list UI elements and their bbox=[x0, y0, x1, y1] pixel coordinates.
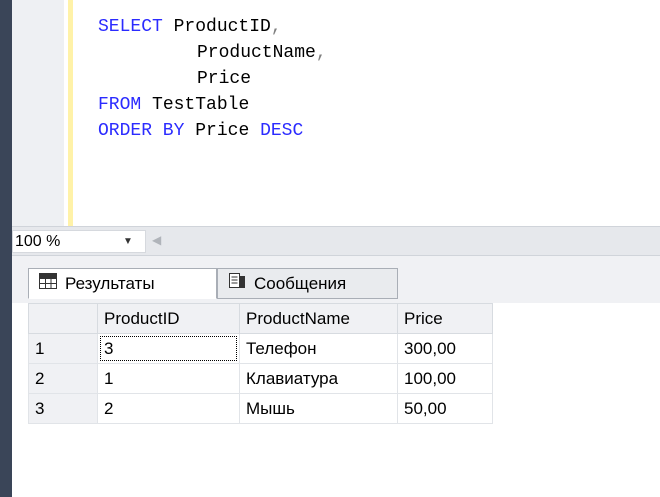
results-panel: Результаты Сообщения ProductID ProductNa… bbox=[12, 256, 660, 497]
results-grid: ProductID ProductName Price 1 3 Телефон … bbox=[28, 303, 493, 424]
corner-cell[interactable] bbox=[28, 303, 98, 334]
header-row: ProductID ProductName Price bbox=[28, 303, 493, 334]
results-grid-area: ProductID ProductName Price 1 3 Телефон … bbox=[28, 303, 660, 497]
code-line: FROM TestTable bbox=[98, 92, 327, 118]
cell-productname[interactable]: Клавиатура bbox=[239, 363, 398, 394]
grid-icon bbox=[39, 273, 57, 294]
editor-gutter bbox=[12, 0, 64, 226]
results-tabs: Результаты Сообщения bbox=[12, 256, 660, 303]
column-identifier: ProductName bbox=[197, 43, 316, 63]
table-row: 1 3 Телефон 300,00 bbox=[28, 333, 493, 364]
change-indicator-bar bbox=[68, 0, 73, 226]
tab-results-label: Результаты bbox=[65, 273, 155, 293]
column-header-productname[interactable]: ProductName bbox=[239, 303, 398, 334]
column-identifier: ProductID bbox=[173, 17, 271, 37]
scroll-left-arrow-icon[interactable]: ◀ bbox=[152, 233, 161, 247]
order-column: Price bbox=[195, 121, 250, 141]
zoom-bar: 100 % ▼ ◀ bbox=[12, 226, 660, 256]
table-row: 2 1 Клавиатура 100,00 bbox=[28, 363, 493, 394]
tab-messages[interactable]: Сообщения bbox=[217, 268, 398, 299]
cell-productname[interactable]: Телефон bbox=[239, 333, 398, 364]
table-identifier: TestTable bbox=[152, 95, 250, 115]
cell-productid[interactable]: 1 bbox=[97, 363, 240, 394]
code-line: SELECT ProductID, bbox=[98, 14, 327, 40]
table-row: 3 2 Мышь 50,00 bbox=[28, 393, 493, 424]
zoom-combobox[interactable]: 100 % ▼ bbox=[12, 230, 146, 253]
window-left-edge bbox=[0, 0, 12, 497]
query-editor[interactable]: SELECT ProductID, ProductName, Price FROM T… bbox=[12, 0, 660, 226]
cell-price[interactable]: 50,00 bbox=[397, 393, 493, 424]
tab-results[interactable]: Результаты bbox=[28, 268, 217, 299]
code-line: Price bbox=[98, 66, 327, 92]
row-number[interactable]: 3 bbox=[28, 393, 98, 424]
cell-productid[interactable]: 3 bbox=[97, 333, 240, 364]
row-number[interactable]: 1 bbox=[28, 333, 98, 364]
cell-productid[interactable]: 2 bbox=[97, 393, 240, 424]
comma: , bbox=[270, 17, 282, 37]
keyword-select: SELECT bbox=[98, 17, 163, 37]
zoom-value: 100 % bbox=[15, 233, 61, 250]
cell-productname[interactable]: Мышь bbox=[239, 393, 398, 424]
messages-icon bbox=[228, 272, 246, 295]
keyword-desc: DESC bbox=[260, 121, 304, 141]
keyword-order-by: ORDER BY bbox=[98, 121, 185, 141]
row-number[interactable]: 2 bbox=[28, 363, 98, 394]
keyword-from: FROM bbox=[98, 95, 142, 115]
tab-messages-label: Сообщения bbox=[254, 273, 347, 293]
sql-code[interactable]: SELECT ProductID, ProductName, Price FROM T… bbox=[98, 14, 327, 144]
chevron-down-icon[interactable]: ▼ bbox=[123, 236, 133, 247]
cell-price[interactable]: 100,00 bbox=[397, 363, 493, 394]
code-line: ProductName, bbox=[98, 40, 327, 66]
comma: , bbox=[315, 43, 327, 63]
cell-price[interactable]: 300,00 bbox=[397, 333, 493, 364]
column-header-price[interactable]: Price bbox=[397, 303, 493, 334]
column-header-productid[interactable]: ProductID bbox=[97, 303, 240, 334]
code-line: ORDER BY Price DESC bbox=[98, 118, 327, 144]
column-identifier: Price bbox=[197, 69, 252, 89]
